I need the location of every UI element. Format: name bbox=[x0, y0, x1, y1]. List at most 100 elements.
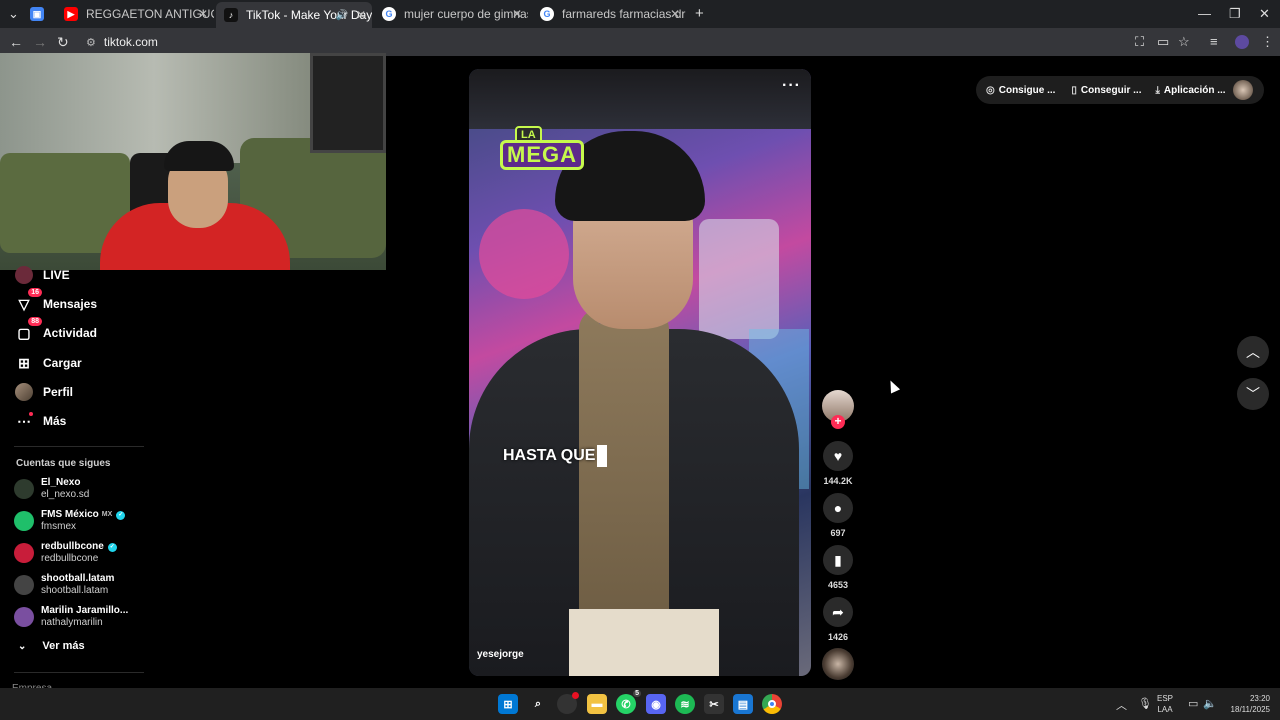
sidebar-item-activity[interactable]: ▢ 88 Actividad bbox=[14, 317, 97, 345]
discord-icon[interactable]: ◉ bbox=[646, 694, 666, 714]
following-item[interactable]: El_Nexo el_nexo.sd bbox=[14, 477, 89, 501]
chrome-icon[interactable] bbox=[762, 694, 782, 714]
save-button[interactable]: ▮ bbox=[823, 545, 853, 575]
tab-title: REGGAETON ANTIGUO 90 Y 20 bbox=[86, 7, 214, 21]
new-tab-icon[interactable]: + bbox=[695, 5, 704, 22]
download-icon: ⤓ bbox=[1155, 84, 1160, 96]
bookmark-star-icon[interactable]: ☆ bbox=[1178, 34, 1190, 50]
forward-icon[interactable]: → bbox=[33, 34, 47, 50]
back-icon[interactable]: ← bbox=[9, 34, 23, 50]
store-icon[interactable]: ▤ bbox=[733, 694, 753, 714]
close-icon[interactable]: ✕ bbox=[356, 8, 366, 22]
tab-gym[interactable]: G mujer cuerpo de gimnasio - Bu ✕ bbox=[376, 4, 528, 24]
tab-tiktok[interactable]: ♪ TikTok - Make Your Day 🔊 ✕ bbox=[216, 2, 372, 28]
language-indicator[interactable]: ESP LAA bbox=[1157, 693, 1173, 715]
sidebar-item-upload[interactable]: ⊞ Cargar bbox=[14, 351, 82, 375]
sidebar-divider bbox=[14, 446, 144, 447]
lang-line1: ESP bbox=[1157, 694, 1174, 703]
tab-farmacias[interactable]: G farmareds farmacias dr fred - B ✕ bbox=[534, 4, 686, 24]
tab-reggaeton[interactable]: ▶ REGGAETON ANTIGUO 90 Y 20 ✕ bbox=[58, 4, 214, 24]
restore-icon[interactable]: ❐ bbox=[1229, 6, 1241, 22]
following-item[interactable]: Marilin Jaramillo... nathalymarilin bbox=[14, 605, 128, 629]
network-icon[interactable]: ▭ bbox=[1188, 697, 1198, 710]
clock-time: 23:20 bbox=[1249, 694, 1270, 703]
more-icon: ⋯ bbox=[17, 412, 33, 429]
follow-plus-icon[interactable]: + bbox=[831, 415, 845, 429]
save-count: 4653 bbox=[827, 580, 849, 590]
clock[interactable]: 23:20 18/11/2025 bbox=[1224, 693, 1270, 715]
translate-icon[interactable]: ⛶ bbox=[1135, 34, 1144, 50]
more-options-icon[interactable]: ··· bbox=[782, 77, 801, 95]
previous-video-button[interactable]: ︿ bbox=[1237, 336, 1269, 368]
following-title: Cuentas que sigues bbox=[16, 458, 111, 469]
screen: ⌄ ▣ ▶ REGGAETON ANTIGUO 90 Y 20 ✕ ♪ TikT… bbox=[0, 0, 1280, 720]
close-window-icon[interactable]: ✕ bbox=[1259, 6, 1270, 22]
sidebar-item-more[interactable]: ⋯ Más bbox=[14, 409, 66, 433]
following-item[interactable]: shootball.latam shootball.latam bbox=[14, 573, 114, 597]
tray-overflow-icon[interactable]: ︿ bbox=[1116, 697, 1127, 713]
close-icon[interactable]: ✕ bbox=[198, 7, 208, 21]
sidebar-item-live[interactable]: LIVE bbox=[14, 263, 70, 287]
like-button[interactable]: ♥ bbox=[823, 441, 853, 471]
share-count: 1426 bbox=[827, 632, 849, 642]
following-name: FMS México bbox=[41, 509, 99, 520]
sidebar-item-profile[interactable]: Perfil bbox=[14, 380, 73, 404]
close-icon[interactable]: ✕ bbox=[512, 7, 522, 21]
close-icon[interactable]: ✕ bbox=[670, 7, 680, 21]
logo-big-text: MEGA bbox=[500, 140, 584, 170]
get-app-button[interactable]: ▯ Conseguir ... bbox=[1071, 85, 1141, 96]
search-icon[interactable]: ⌕ bbox=[528, 694, 548, 714]
following-user: nathalymarilin bbox=[41, 617, 103, 628]
lang-line2: LAA bbox=[1157, 705, 1173, 714]
volume-icon[interactable]: 🔈 bbox=[1203, 697, 1217, 710]
file-explorer-icon[interactable]: ▬ bbox=[587, 694, 607, 714]
tab-pinned[interactable]: ▣ bbox=[30, 4, 52, 24]
whatsapp-icon[interactable]: ✆ 5 bbox=[616, 690, 641, 714]
reload-icon[interactable]: ↻ bbox=[57, 34, 69, 51]
profile-icon[interactable] bbox=[1235, 35, 1249, 49]
following-name: redbullbcone bbox=[41, 541, 104, 552]
following-item[interactable]: FMS México MX ✓ fmsmex bbox=[14, 509, 126, 533]
microphone-icon[interactable]: 🎙 bbox=[1138, 697, 1152, 710]
capcut-icon[interactable]: ✂ bbox=[704, 694, 724, 714]
video-author[interactable]: yesejorge bbox=[477, 649, 524, 660]
minimize-icon[interactable]: — bbox=[1198, 6, 1211, 21]
see-more-link[interactable]: ⌄ Ver más bbox=[18, 640, 85, 652]
desktop-app-button[interactable]: ⤓ Aplicación ... bbox=[1155, 85, 1225, 96]
tab-search-icon[interactable]: ⌄ bbox=[8, 6, 19, 22]
tab-search-list-icon[interactable]: ≡ bbox=[1210, 34, 1218, 49]
sidebar-item-messages[interactable]: ▽ 16 Mensajes bbox=[14, 288, 97, 316]
audio-icon[interactable]: 🔊 bbox=[336, 10, 348, 21]
verified-icon: ✓ bbox=[107, 542, 117, 552]
site-info-icon[interactable]: ⚙ bbox=[86, 36, 96, 49]
get-coins-button[interactable]: ◎ Consigue ... bbox=[986, 85, 1055, 96]
comment-count: 697 bbox=[830, 528, 846, 538]
google-icon: G bbox=[382, 7, 396, 21]
next-video-button[interactable]: ﹀ bbox=[1237, 378, 1269, 410]
sidebar-item-label: Perfil bbox=[43, 385, 74, 399]
tab-title: mujer cuerpo de gimnasio - Bu bbox=[404, 7, 528, 21]
app-icon[interactable] bbox=[557, 692, 579, 714]
cast-icon[interactable]: ▭ bbox=[1157, 34, 1169, 50]
url-text: tiktok.com bbox=[103, 35, 158, 49]
tab-title: farmareds farmacias dr fred - B bbox=[562, 7, 686, 21]
tab-strip: ⌄ ▣ ▶ REGGAETON ANTIGUO 90 Y 20 ✕ ♪ TikT… bbox=[0, 0, 1280, 28]
messages-icon: ▽ 16 bbox=[14, 288, 42, 314]
whatsapp-badge: 5 bbox=[633, 690, 641, 697]
video-player[interactable]: LA MEGA HASTA QUE yesejorge ··· bbox=[469, 69, 811, 676]
activity-icon: ▢ 88 bbox=[14, 317, 42, 343]
like-count: 144.2K bbox=[823, 476, 853, 486]
user-avatar[interactable] bbox=[1233, 80, 1253, 100]
comment-button[interactable]: ● bbox=[823, 493, 853, 523]
start-icon[interactable]: ⊞ bbox=[498, 694, 518, 714]
music-disc[interactable] bbox=[822, 648, 854, 680]
following-name: Marilin Jaramillo... bbox=[41, 605, 129, 616]
spotify-icon[interactable]: ≋ bbox=[675, 694, 695, 714]
menu-icon[interactable]: ⋮ bbox=[1261, 34, 1274, 50]
sidebar-item-label: Cargar bbox=[43, 356, 82, 370]
share-button[interactable]: ➦ bbox=[823, 597, 853, 627]
following-item[interactable]: redbullbcone ✓ redbullbcone bbox=[14, 541, 117, 565]
share-icon: ➦ bbox=[832, 603, 844, 620]
address-bar[interactable]: ⚙ tiktok.com bbox=[80, 31, 1160, 53]
following-name: El_Nexo bbox=[41, 477, 81, 488]
